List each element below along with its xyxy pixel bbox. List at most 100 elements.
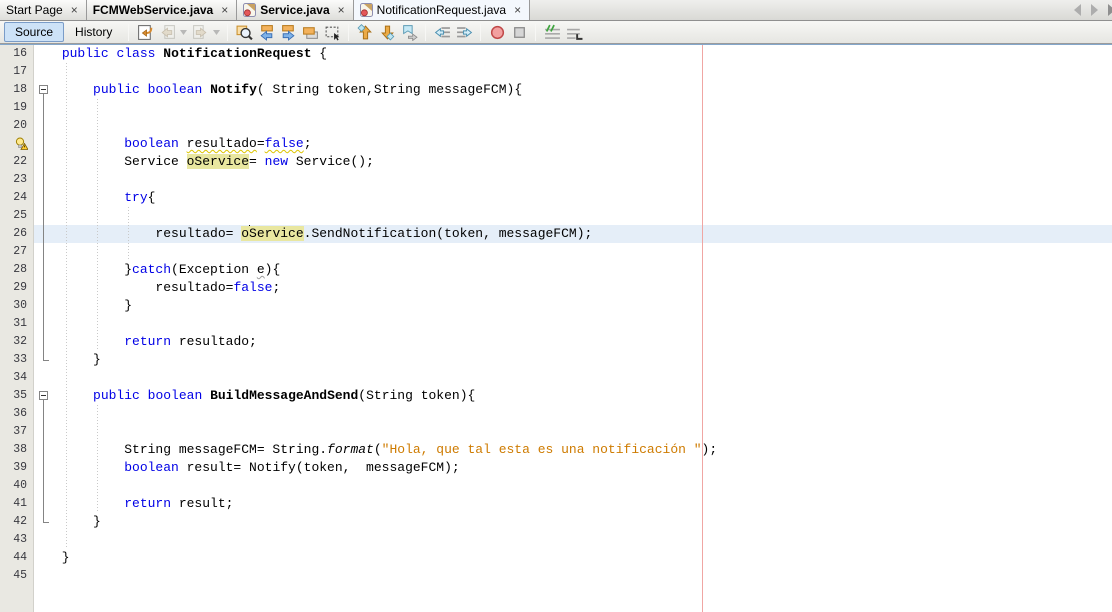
- find-selection-icon[interactable]: [233, 22, 255, 43]
- code-text[interactable]: [54, 423, 1112, 441]
- code-text[interactable]: [54, 171, 1112, 189]
- code-line-43[interactable]: 43: [0, 531, 1112, 549]
- code-line-34[interactable]: 34: [0, 369, 1112, 387]
- code-text[interactable]: Service oService= new Service();: [54, 153, 1112, 171]
- code-line-20[interactable]: 20: [0, 117, 1112, 135]
- code-text[interactable]: public class NotificationRequest {: [54, 45, 1112, 63]
- source-view-button[interactable]: Source: [4, 22, 65, 42]
- code-text[interactable]: [54, 369, 1112, 387]
- code-line-26[interactable]: 26 resultado= oService.SendNotification(…: [0, 225, 1112, 243]
- close-icon[interactable]: ×: [337, 4, 346, 16]
- code-text[interactable]: [54, 567, 1112, 585]
- code-text[interactable]: [54, 405, 1112, 423]
- stop-macro-icon[interactable]: [508, 22, 530, 43]
- code-text[interactable]: String messageFCM= String.format("Hola, …: [54, 441, 1112, 459]
- code-text[interactable]: [54, 315, 1112, 333]
- code-text[interactable]: return resultado;: [54, 333, 1112, 351]
- fold-column: [34, 513, 54, 531]
- code-line-18[interactable]: 18 public boolean Notify( String token,S…: [0, 81, 1112, 99]
- code-line-31[interactable]: 31: [0, 315, 1112, 333]
- code-line-28[interactable]: 28 }catch(Exception e){: [0, 261, 1112, 279]
- code-line-37[interactable]: 37: [0, 423, 1112, 441]
- code-text[interactable]: [54, 531, 1112, 549]
- forward-dropdown-icon[interactable]: [211, 22, 222, 43]
- code-line-17[interactable]: 17: [0, 63, 1112, 81]
- tab-list-menu-icon[interactable]: [1108, 4, 1112, 16]
- code-text[interactable]: [54, 117, 1112, 135]
- fold-collapse-icon[interactable]: [34, 81, 54, 99]
- code-line-42[interactable]: 42 }: [0, 513, 1112, 531]
- code-line-44[interactable]: 44 }: [0, 549, 1112, 567]
- code-text[interactable]: try{: [54, 189, 1112, 207]
- code-text[interactable]: public boolean BuildMessageAndSend(Strin…: [54, 387, 1112, 405]
- code-text[interactable]: }: [54, 297, 1112, 315]
- code-line-38[interactable]: 38 String messageFCM= String.format("Hol…: [0, 441, 1112, 459]
- code-line-35[interactable]: 35 public boolean BuildMessageAndSend(St…: [0, 387, 1112, 405]
- code-line-40[interactable]: 40: [0, 477, 1112, 495]
- tab-label: Start Page: [6, 3, 63, 17]
- code-text[interactable]: [54, 207, 1112, 225]
- line-number: 29: [0, 279, 34, 297]
- code-line-19[interactable]: 19: [0, 99, 1112, 117]
- code-line-36[interactable]: 36: [0, 405, 1112, 423]
- previous-bookmark-icon[interactable]: [354, 22, 376, 43]
- code-text[interactable]: [54, 243, 1112, 261]
- code-line-21[interactable]: boolean resultado=false;: [0, 135, 1112, 153]
- last-edit-icon[interactable]: [134, 22, 156, 43]
- code-text[interactable]: }: [54, 513, 1112, 531]
- code-text[interactable]: [54, 99, 1112, 117]
- code-line-24[interactable]: 24 try{: [0, 189, 1112, 207]
- code-editor[interactable]: 16 public class NotificationRequest {17 1…: [0, 45, 1112, 612]
- editor-tab-bar: Start Page × FCMWebService.java × Service.ja…: [0, 0, 1112, 21]
- code-text[interactable]: resultado=false;: [54, 279, 1112, 297]
- tab-notificationrequest-java[interactable]: NotificationRequest.java ×: [353, 0, 531, 20]
- code-text[interactable]: resultado= oService.SendNotification(tok…: [54, 225, 1112, 243]
- tab-service-java[interactable]: Service.java ×: [237, 0, 354, 20]
- line-number: 16: [0, 45, 34, 63]
- code-line-32[interactable]: 32 return resultado;: [0, 333, 1112, 351]
- code-line-22[interactable]: 22 Service oService= new Service();: [0, 153, 1112, 171]
- tab-start-page[interactable]: Start Page ×: [0, 0, 87, 20]
- history-view-button[interactable]: History: [64, 22, 123, 42]
- code-text[interactable]: }catch(Exception e){: [54, 261, 1112, 279]
- code-line-30[interactable]: 30 }: [0, 297, 1112, 315]
- toggle-highlight-icon[interactable]: [299, 22, 321, 43]
- back-icon[interactable]: [156, 22, 178, 43]
- code-text[interactable]: }: [54, 351, 1112, 369]
- code-text[interactable]: public boolean Notify( String token,Stri…: [54, 81, 1112, 99]
- scroll-tabs-left-icon[interactable]: [1074, 4, 1081, 16]
- code-line-27[interactable]: 27: [0, 243, 1112, 261]
- code-line-16[interactable]: 16 public class NotificationRequest {: [0, 45, 1112, 63]
- code-text[interactable]: boolean result= Notify(token, messageFCM…: [54, 459, 1112, 477]
- code-line-23[interactable]: 23: [0, 171, 1112, 189]
- code-line-25[interactable]: 25: [0, 207, 1112, 225]
- close-icon[interactable]: ×: [220, 4, 229, 16]
- code-line-45[interactable]: 45: [0, 567, 1112, 585]
- code-line-39[interactable]: 39 boolean result= Notify(token, message…: [0, 459, 1112, 477]
- close-icon[interactable]: ×: [513, 4, 522, 16]
- close-icon[interactable]: ×: [70, 4, 79, 16]
- toggle-bookmark-icon[interactable]: [398, 22, 420, 43]
- scroll-tabs-right-icon[interactable]: [1091, 4, 1098, 16]
- find-previous-icon[interactable]: [255, 22, 277, 43]
- record-macro-icon[interactable]: [486, 22, 508, 43]
- code-line-41[interactable]: 41 return result;: [0, 495, 1112, 513]
- back-dropdown-icon[interactable]: [178, 22, 189, 43]
- code-text[interactable]: [54, 477, 1112, 495]
- comment-icon[interactable]: [541, 22, 563, 43]
- code-line-29[interactable]: 29 resultado=false;: [0, 279, 1112, 297]
- uncomment-icon[interactable]: [563, 22, 585, 43]
- code-text[interactable]: [54, 63, 1112, 81]
- rectangular-selection-icon[interactable]: [321, 22, 343, 43]
- fold-collapse-icon[interactable]: [34, 387, 54, 405]
- code-line-33[interactable]: 33 }: [0, 351, 1112, 369]
- shift-line-left-icon[interactable]: [431, 22, 453, 43]
- code-text[interactable]: return result;: [54, 495, 1112, 513]
- find-next-icon[interactable]: [277, 22, 299, 43]
- tab-fcmwebservice-java[interactable]: FCMWebService.java ×: [86, 0, 238, 20]
- shift-line-right-icon[interactable]: [453, 22, 475, 43]
- forward-icon[interactable]: [189, 22, 211, 43]
- next-bookmark-icon[interactable]: [376, 22, 398, 43]
- code-text[interactable]: }: [54, 549, 1112, 567]
- code-text[interactable]: boolean resultado=false;: [54, 135, 1112, 153]
